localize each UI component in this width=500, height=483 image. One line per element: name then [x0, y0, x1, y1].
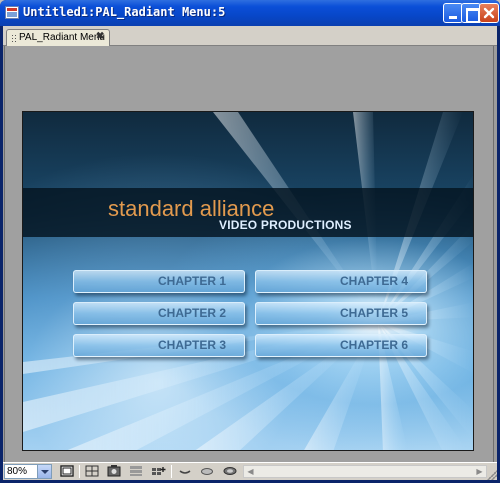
- fill-icon[interactable]: [220, 464, 238, 479]
- tab-label: PAL_Radiant Menu: [19, 32, 105, 43]
- scroll-right-icon[interactable]: ▶: [473, 466, 486, 477]
- menu-canvas[interactable]: standard alliance VIDEO PRODUCTIONS CHAP…: [22, 111, 474, 451]
- app-icon[interactable]: [5, 6, 19, 19]
- title-bar[interactable]: Untitled1:PAL_Radiant Menu:5: [0, 0, 500, 26]
- toolbar-separator: [79, 465, 80, 478]
- window-title: Untitled1:PAL_Radiant Menu:5: [23, 5, 226, 19]
- chevron-down-icon[interactable]: [37, 465, 51, 478]
- scroll-left-icon[interactable]: ◀: [244, 466, 257, 477]
- brand-subtitle: VIDEO PRODUCTIONS: [219, 218, 352, 232]
- minimize-icon[interactable]: [443, 3, 463, 23]
- toolbar-separator: [171, 465, 172, 478]
- tab-pal-radiant-menu[interactable]: PAL_Radiant Menu ✖: [6, 29, 110, 46]
- add-button-icon[interactable]: [149, 464, 167, 479]
- chapter-6-button[interactable]: CHAPTER 6: [255, 334, 427, 357]
- zoom-value: 80%: [7, 466, 28, 477]
- maximize-icon[interactable]: [461, 3, 481, 23]
- document-area: standard alliance VIDEO PRODUCTIONS CHAP…: [3, 46, 497, 462]
- zoom-select[interactable]: 80%: [4, 464, 52, 479]
- tab-close-icon[interactable]: ✖: [96, 31, 104, 42]
- preview-icon[interactable]: [105, 464, 123, 479]
- chapter-1-button[interactable]: CHAPTER 1: [73, 270, 245, 293]
- status-toolbar: 80% ◀ ▶: [3, 462, 497, 480]
- document-frame: standard alliance VIDEO PRODUCTIONS CHAP…: [4, 46, 494, 462]
- application-window: Untitled1:PAL_Radiant Menu:5 PAL_Radiant…: [0, 0, 500, 483]
- link-icon[interactable]: [176, 464, 194, 479]
- horizontal-scrollbar[interactable]: ◀ ▶: [243, 465, 487, 478]
- grid-icon[interactable]: [127, 464, 145, 479]
- tab-grip-icon[interactable]: [11, 34, 16, 42]
- resize-grip-icon[interactable]: [487, 470, 497, 480]
- chapter-3-button[interactable]: CHAPTER 3: [73, 334, 245, 357]
- document-tab-strip: PAL_Radiant Menu ✖: [3, 26, 497, 46]
- chapter-2-button[interactable]: CHAPTER 2: [73, 302, 245, 325]
- chapter-4-button[interactable]: CHAPTER 4: [255, 270, 427, 293]
- single-page-view-icon[interactable]: [58, 464, 76, 479]
- safe-area-icon[interactable]: [83, 464, 101, 479]
- close-icon[interactable]: [479, 3, 499, 23]
- chapter-5-button[interactable]: CHAPTER 5: [255, 302, 427, 325]
- window-client-area: PAL_Radiant Menu ✖ standard alliance VID…: [3, 26, 497, 480]
- ellipse-icon[interactable]: [198, 464, 216, 479]
